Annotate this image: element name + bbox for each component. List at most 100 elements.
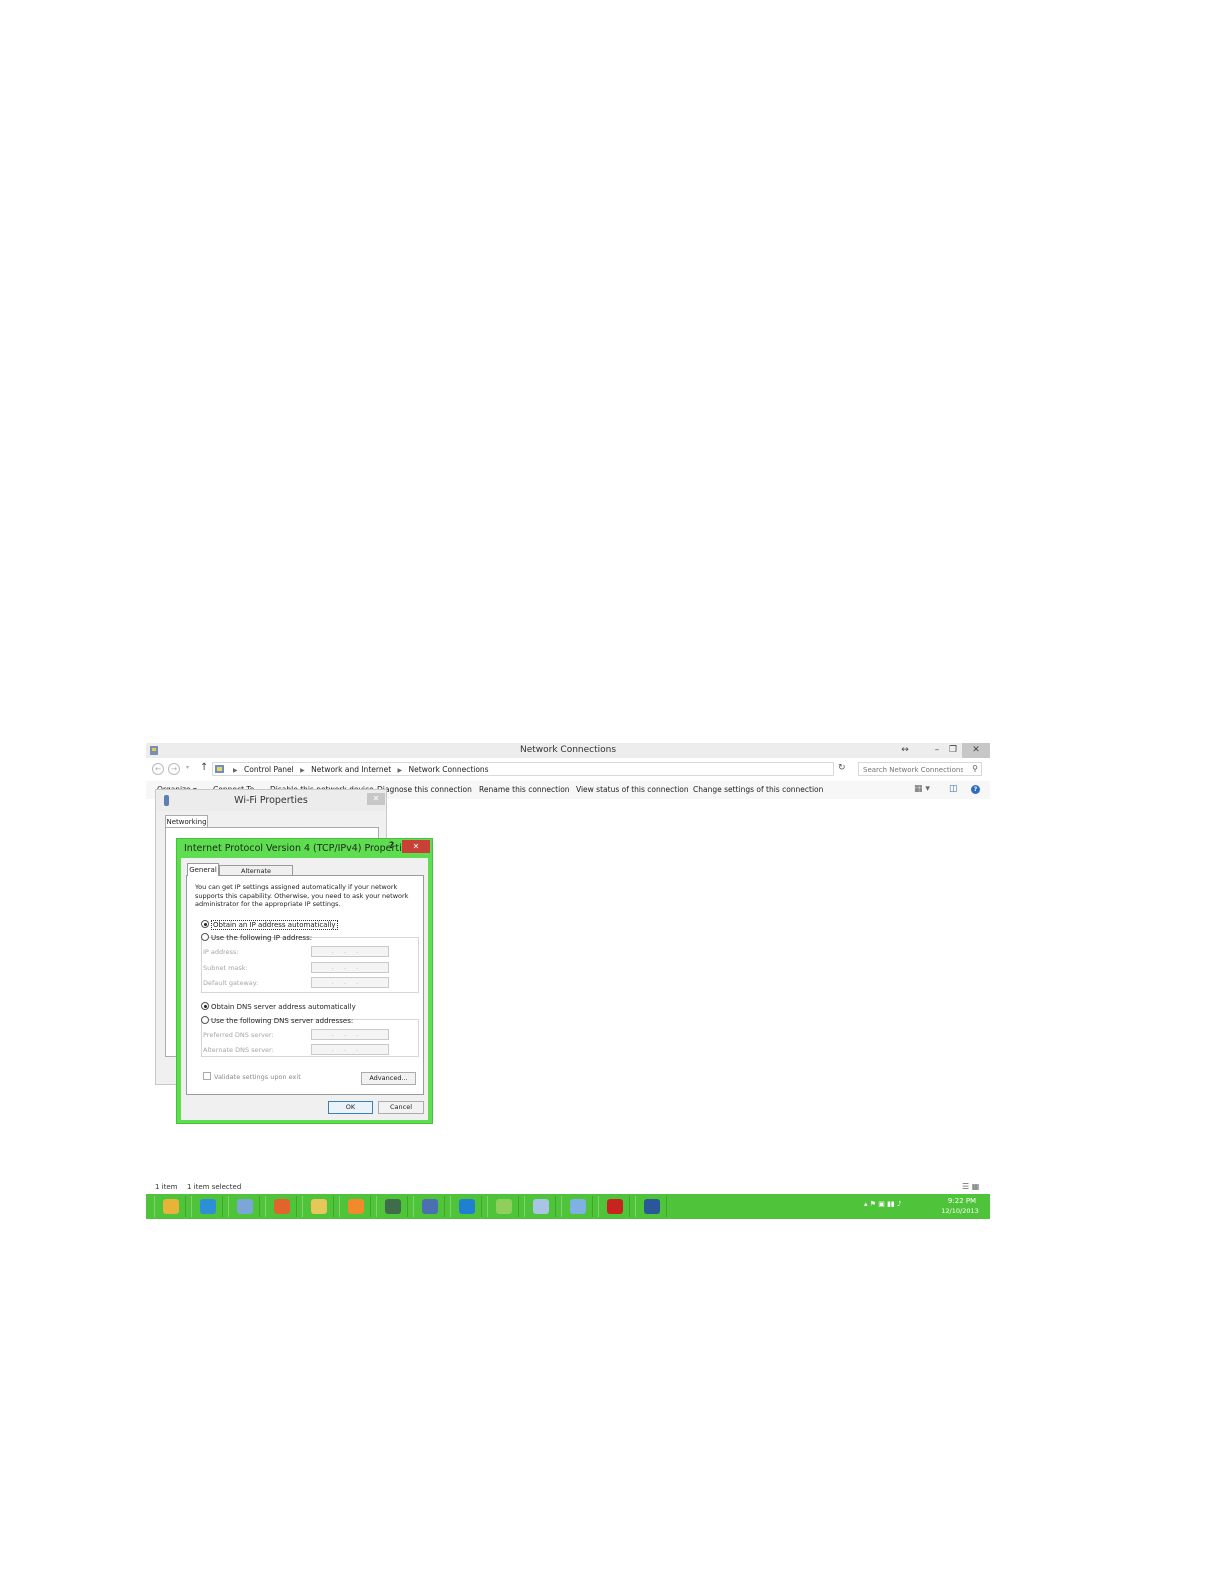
- taskbar-file-explorer-button[interactable]: [302, 1196, 334, 1217]
- rename-connection-button[interactable]: Rename this connection: [479, 785, 570, 794]
- preview-pane-icon[interactable]: ◫: [949, 784, 958, 794]
- alternate-dns-field[interactable]: ...: [311, 1044, 389, 1055]
- ok-button[interactable]: OK: [328, 1101, 373, 1114]
- radio-unselected[interactable]: [201, 933, 209, 941]
- breadcrumb-control-panel[interactable]: Control Panel: [244, 765, 294, 774]
- use-following-ip-radio[interactable]: Use the following IP address:: [201, 933, 312, 942]
- taskbar-outlook-button[interactable]: [154, 1196, 186, 1217]
- taskbar: ▴ ⚑ ▣ ▮▮ ♪ 9:22 PM 12/10/2013: [146, 1194, 990, 1219]
- address-bar[interactable]: ▶ Control Panel ▶ Network and Internet ▶…: [212, 762, 897, 776]
- taskbar-teamviewer-button[interactable]: [450, 1196, 482, 1217]
- breadcrumb: ▶ Control Panel ▶ Network and Internet ▶…: [229, 765, 489, 774]
- taskbar-adobe-reader-button[interactable]: [598, 1196, 630, 1217]
- windows-explorer-pane-icon: [237, 1199, 253, 1214]
- control-panel-icon: [215, 765, 224, 773]
- taskbar-word-button[interactable]: [635, 1196, 667, 1217]
- search-input[interactable]: [863, 764, 963, 775]
- chevron-right-icon: ▶: [397, 767, 403, 774]
- refresh-icon[interactable]: ↻: [838, 763, 846, 773]
- navigation-bar: ← → ▾ ↑ ▶ Control Panel ▶ Network and In…: [146, 761, 990, 777]
- taskbar-internet-explorer-button[interactable]: [191, 1196, 223, 1217]
- taskbar-firefox-button[interactable]: [265, 1196, 297, 1217]
- back-arrow-icon[interactable]: ←: [152, 763, 164, 775]
- resize-button[interactable]: ↔: [898, 743, 912, 758]
- wifi-close-button[interactable]: ✕: [367, 793, 385, 805]
- close-button[interactable]: ✕: [962, 743, 990, 758]
- internet-explorer-icon: [200, 1199, 216, 1214]
- subnet-mask-field[interactable]: ...: [311, 962, 389, 973]
- taskbar-document-viewer-button[interactable]: [524, 1196, 556, 1217]
- radio-unselected[interactable]: [201, 1016, 209, 1024]
- ip-address-field[interactable]: ...: [311, 946, 389, 957]
- ip-address-label: IP address:: [203, 948, 239, 956]
- taskbar-network-monitor-button[interactable]: [561, 1196, 593, 1217]
- minimize-button[interactable]: –: [930, 743, 944, 758]
- ipv4-close-button[interactable]: ✕: [402, 840, 430, 853]
- taskbar-media-player-button[interactable]: [339, 1196, 371, 1217]
- obtain-dns-auto-label: Obtain DNS server address automatically: [211, 1003, 356, 1011]
- wifi-title-bar[interactable]: Wi-Fi Properties ✕: [156, 790, 386, 811]
- change-view-icon[interactable]: ▦ ▾: [914, 784, 930, 794]
- default-gateway-field[interactable]: ...: [311, 977, 389, 988]
- diagnose-connection-button[interactable]: Diagnose this connection: [377, 785, 472, 794]
- network-monitor-icon: [570, 1199, 586, 1214]
- wifi-dialog-title: Wi-Fi Properties: [234, 795, 308, 806]
- window-title: Network Connections: [519, 745, 617, 755]
- network-app-icon: [385, 1199, 401, 1214]
- taskbar-windows-explorer-pane-button[interactable]: [228, 1196, 260, 1217]
- search-icon[interactable]: ⚲: [972, 764, 978, 773]
- chevron-right-icon: ▶: [300, 767, 305, 774]
- adobe-reader-icon: [607, 1199, 623, 1214]
- view-status-button[interactable]: View status of this connection: [576, 785, 689, 794]
- help-icon[interactable]: ?: [971, 785, 980, 794]
- taskbar-remote-desktop-button[interactable]: [413, 1196, 445, 1217]
- help-button[interactable]: ?: [389, 841, 394, 851]
- alternate-dns-label: Alternate DNS server:: [203, 1046, 274, 1054]
- default-gateway-label: Default gateway:: [203, 979, 259, 987]
- radio-selected[interactable]: [201, 1002, 209, 1010]
- tab-general[interactable]: General: [187, 863, 219, 876]
- radio-selected[interactable]: [201, 920, 209, 928]
- obtain-ip-auto-radio[interactable]: Obtain an IP address automatically: [201, 920, 338, 930]
- use-following-dns-radio[interactable]: Use the following DNS server addresses:: [201, 1016, 353, 1025]
- advanced-button[interactable]: Advanced...: [361, 1072, 416, 1085]
- use-following-ip-label: Use the following IP address:: [211, 934, 313, 942]
- change-settings-button[interactable]: Change settings of this connection: [693, 785, 823, 794]
- subnet-mask-label: Subnet mask:: [203, 964, 248, 972]
- item-count: 1 item: [155, 1183, 178, 1191]
- system-tray[interactable]: ▴ ⚑ ▣ ▮▮ ♪: [864, 1200, 901, 1208]
- status-bar: 1 item 1 item selected ☰ ▦: [146, 1182, 990, 1194]
- general-panel: You can get IP settings assigned automat…: [186, 875, 424, 1095]
- teamviewer-icon: [459, 1199, 475, 1214]
- firefox-icon: [274, 1199, 290, 1214]
- file-explorer-icon: [311, 1199, 327, 1214]
- obtain-dns-auto-radio[interactable]: Obtain DNS server address automatically: [201, 1002, 356, 1011]
- recent-locations-icon[interactable]: ▾: [186, 764, 189, 771]
- checkbox-unchecked[interactable]: [203, 1072, 211, 1080]
- taskbar-games-button[interactable]: [487, 1196, 519, 1217]
- obtain-ip-auto-label: Obtain an IP address automatically: [211, 920, 338, 930]
- breadcrumb-network-connections[interactable]: Network Connections: [409, 765, 489, 774]
- taskbar-network-app-button[interactable]: [376, 1196, 408, 1217]
- details-view-icon[interactable]: ☰ ▦: [962, 1182, 979, 1191]
- chevron-right-icon: ▶: [233, 767, 238, 774]
- preferred-dns-field[interactable]: ...: [311, 1029, 389, 1040]
- games-icon: [496, 1199, 512, 1214]
- clock-time[interactable]: 9:22 PM: [944, 1197, 980, 1205]
- up-button[interactable]: ↑: [200, 762, 208, 773]
- search-box[interactable]: ⚲: [858, 762, 982, 776]
- intro-text: You can get IP settings assigned automat…: [195, 883, 409, 908]
- title-bar[interactable]: Network Connections ↔ – ❐ ✕: [146, 743, 990, 758]
- validate-settings-checkbox[interactable]: Validate settings upon exit: [203, 1072, 301, 1081]
- breadcrumb-network-and-internet[interactable]: Network and Internet: [311, 765, 391, 774]
- cancel-button[interactable]: Cancel: [378, 1101, 424, 1114]
- word-icon: [644, 1199, 660, 1214]
- ipv4-properties-dialog: Internet Protocol Version 4 (TCP/IPv4) P…: [176, 838, 433, 1124]
- restore-button[interactable]: ❐: [946, 743, 960, 758]
- clock-date[interactable]: 12/10/2013: [940, 1207, 980, 1215]
- outlook-icon: [163, 1199, 179, 1214]
- forward-arrow-icon[interactable]: →: [168, 763, 180, 775]
- document-viewer-icon: [533, 1199, 549, 1214]
- use-following-dns-label: Use the following DNS server addresses:: [211, 1017, 354, 1025]
- media-player-icon: [348, 1199, 364, 1214]
